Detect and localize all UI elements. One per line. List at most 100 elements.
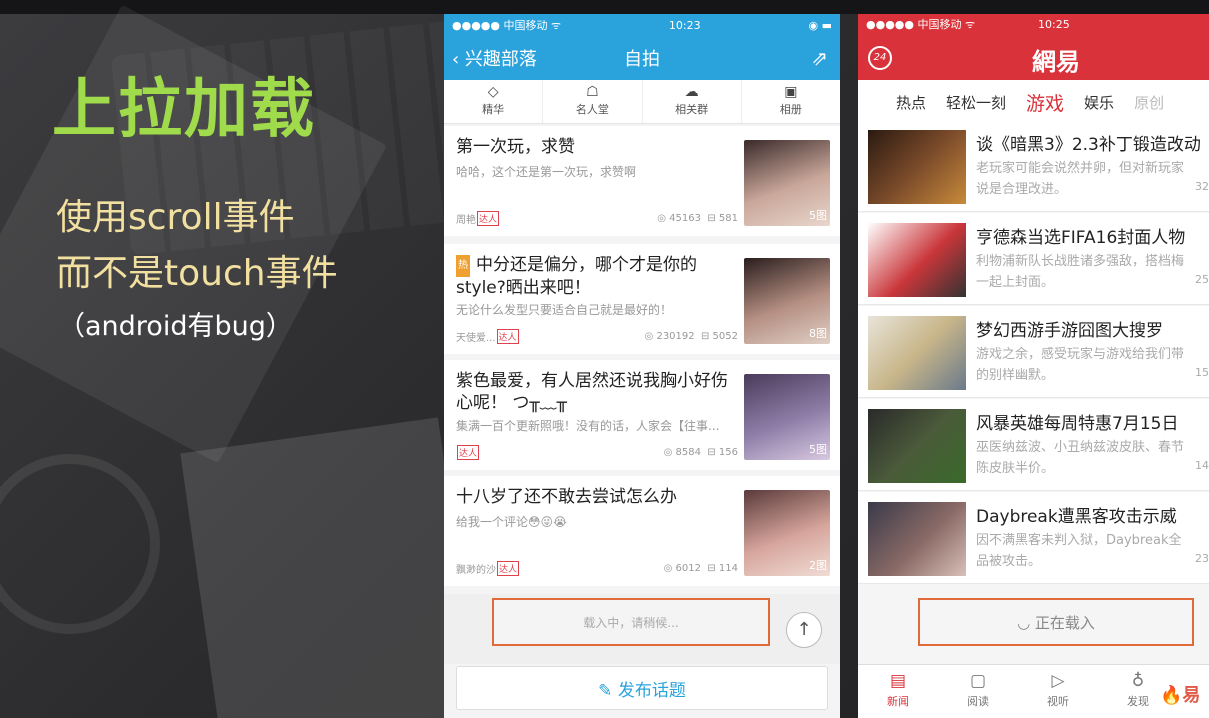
news-desc-line: 陈皮肤半价。 [976, 461, 1055, 476]
back-button[interactable]: ‹ 兴趣部落 [452, 45, 537, 71]
play-icon: ▷ [1051, 671, 1065, 691]
arrow-up-icon: ↑ [796, 619, 812, 640]
news-image [868, 130, 966, 204]
post-thumbnail[interactable]: 5图 [744, 140, 830, 226]
news-desc-line: 因不满黑客未判入狱，Daybreak全 [976, 533, 1182, 548]
car-icon: ☖ [586, 84, 599, 100]
channel-entertainment[interactable]: 娱乐 [1084, 92, 1114, 113]
image-icon: ▣ [784, 84, 798, 100]
news-desc-line: 老玩家可能会说然并卵，但对新玩家 [976, 161, 1185, 176]
loading-indicator: ◡ 正在载入 [918, 598, 1194, 646]
comment-count: ⊟ 156 [707, 447, 738, 458]
status-bar: ●●●●● 中国移动 ᯤ 10:23 ◉ ▬ [444, 14, 840, 36]
comment-count: ⊟ 581 [707, 213, 738, 224]
tab-album[interactable]: ▣ 相册 [742, 80, 840, 123]
view-count: ◎ 6012 [663, 563, 701, 574]
post-thumbnail[interactable]: 8图 [744, 258, 830, 344]
post-meta: 天使爱... 达人 ◎ 230192 ⊟ 5052 [456, 329, 738, 344]
expert-badge: 达人 [457, 445, 480, 460]
expert-badge: 达人 [497, 561, 520, 576]
slide-line-1: 使用scroll事件 [56, 197, 295, 238]
corner-logo-text: 易 [1182, 685, 1201, 706]
news-desc-line: 利物浦新队长战胜诸多强敌，搭档梅 [976, 254, 1185, 269]
tab-related-groups[interactable]: ☁ 相关群 [643, 80, 742, 123]
post-thumbnail[interactable]: 2图 [744, 490, 830, 576]
flame-logo-icon: 🔥易 [1160, 685, 1201, 706]
tab-label: 阅读 [967, 695, 989, 708]
status-time: 10:25 [1038, 17, 1070, 31]
slide-line-2: 而不是touch事件 [56, 253, 338, 294]
news-image [868, 502, 966, 576]
post-title: 十八岁了还不敢去尝试怎么办 [456, 487, 677, 507]
post-desc: 哈哈，这个还是第一次玩，求赞啊 [456, 165, 637, 179]
comment-count: ⊟ 114 [707, 563, 738, 574]
expert-badge: 达人 [496, 329, 519, 344]
post-meta: 飘渺的沙 达人 ◎ 6012 ⊟ 114 [456, 561, 738, 576]
carrier-label: ●●●●● 中国移动 ᯤ [866, 18, 976, 31]
background-paper [180, 417, 480, 718]
channel-games[interactable]: 游戏 [1026, 89, 1064, 116]
back-to-top-button[interactable]: ↑ [786, 612, 822, 648]
tab-media[interactable]: ▷ 视听 [1018, 665, 1098, 718]
status-bar: ●●●●● 中国移动 ᯤ 10:25 [858, 14, 1209, 34]
tab-label: 发现 [1127, 695, 1149, 708]
tab-hall-of-fame[interactable]: ☖ 名人堂 [543, 80, 643, 123]
post-stats: ◎ 230192 ⊟ 5052 [645, 331, 738, 342]
image-count: 2图 [809, 559, 827, 572]
hot-tag: 热 [456, 255, 470, 277]
news-desc: 利物浦新队长战胜诸多强敌，搭档梅 一起上封面。 [976, 251, 1204, 293]
view-count: ◎ 45163 [657, 213, 701, 224]
tab-news[interactable]: ▤ 新闻 [858, 665, 938, 718]
publish-topic-button[interactable]: ✎ 发布话题 [456, 666, 828, 710]
news-item[interactable]: 风暴英雄每周特惠7月15日 巫医纳兹波、小丑纳兹波皮肤、春节 陈皮肤半价。 14 [858, 399, 1209, 491]
news-item[interactable]: 亨德森当选FIFA16封面人物 利物浦新队长战胜诸多强敌，搭档梅 一起上封面。 2… [858, 213, 1209, 305]
news-desc-line: 一起上封面。 [976, 275, 1055, 290]
brand-logo: 網易 [1032, 48, 1080, 76]
slide: 上拉加载 使用scroll事件 而不是touch事件 （android有bug）… [0, 0, 1209, 718]
nav-bar: ‹ 兴趣部落 自拍 ⇗ [444, 36, 840, 80]
tab-label: 新闻 [887, 695, 909, 708]
diamond-icon: ◇ [487, 84, 499, 100]
post-author: 天使爱... [456, 333, 496, 344]
post-title: 紫色最爱，有人居然还说我胸小好伤心呢！ つ╥﹏╥ [456, 371, 728, 413]
tab-featured[interactable]: ◇ 精华 [444, 80, 544, 123]
tab-read[interactable]: ▢ 阅读 [938, 665, 1018, 718]
tab-label: 视听 [1047, 695, 1069, 708]
post-desc: 无论什么发型只要适合自己就是最好的！ [456, 303, 673, 317]
top-bar [0, 0, 1209, 14]
post-meta: 达人 ◎ 8584 ⊟ 156 [456, 445, 738, 460]
image-count: 5图 [809, 443, 827, 456]
post-item[interactable]: 紫色最爱，有人居然还说我胸小好伤心呢！ つ╥﹏╥ 集满一百个更新照哦！没有的话，… [444, 360, 840, 470]
comment-count: 32 [1195, 180, 1209, 193]
post-desc: 集满一百个更新照哦！没有的话，人家会【往事... [456, 419, 720, 433]
comment-count: 23 [1195, 552, 1209, 565]
news-item[interactable]: 梦幻西游手游囧图大搜罗 游戏之余，感受玩家与游戏给我们带 的别样幽默。 15 [858, 306, 1209, 398]
post-title-text: 中分还是偏分，哪个才是你的style?晒出来吧！ [456, 255, 697, 298]
channel-bar: 热点 轻松一刻 游戏 娱乐 原创 [858, 80, 1209, 124]
post-item[interactable]: 十八岁了还不敢去尝试怎么办 给我一个评论😳😜😭 飘渺的沙 达人 ◎ 6012 ⊟ 1… [444, 476, 840, 586]
carrier-label: ●●●●● 中国移动 ᯤ [452, 19, 562, 32]
news-title: 谈《暗黑3》2.3补丁锻造改动 [976, 135, 1201, 155]
news-desc-line: 游戏之余，感受玩家与游戏给我们带 [976, 347, 1185, 362]
image-count: 5图 [809, 209, 827, 222]
news-desc: 老玩家可能会说然并卵，但对新玩家 说是合理改进。 [976, 158, 1204, 200]
post-item[interactable]: 第一次玩，求赞 哈哈，这个还是第一次玩，求赞啊 周艳 达人 ◎ 45163 ⊟ 58… [444, 126, 840, 236]
status-time: 10:23 [668, 18, 701, 32]
news-image [868, 316, 966, 390]
channel-original[interactable]: 原创 [1134, 92, 1164, 113]
tab-label: 名人堂 [575, 103, 609, 116]
post-stats: ◎ 45163 ⊟ 581 [657, 213, 738, 224]
logo-24-icon[interactable]: 24 [868, 46, 892, 70]
share-icon[interactable]: ⇗ [811, 46, 828, 70]
load-more-row: 载入中，请稍候... ↑ [444, 594, 840, 664]
news-item[interactable]: 谈《暗黑3》2.3补丁锻造改动 老玩家可能会说然并卵，但对新玩家 说是合理改进。 … [858, 120, 1209, 212]
cloud-icon: ☁ [684, 84, 699, 100]
channel-relax[interactable]: 轻松一刻 [946, 92, 1006, 113]
post-stats: ◎ 8584 ⊟ 156 [664, 447, 738, 458]
post-thumbnail[interactable]: 5图 [744, 374, 830, 460]
post-stats: ◎ 6012 ⊟ 114 [664, 563, 738, 574]
news-item[interactable]: Daybreak遭黑客攻击示威 因不满黑客未判入狱，Daybreak全 品被攻击。… [858, 492, 1209, 584]
post-item[interactable]: 热中分还是偏分，哪个才是你的style?晒出来吧！ 无论什么发型只要适合自己就是… [444, 244, 840, 354]
channel-hot[interactable]: 热点 [896, 92, 926, 113]
expert-badge: 达人 [477, 211, 500, 226]
